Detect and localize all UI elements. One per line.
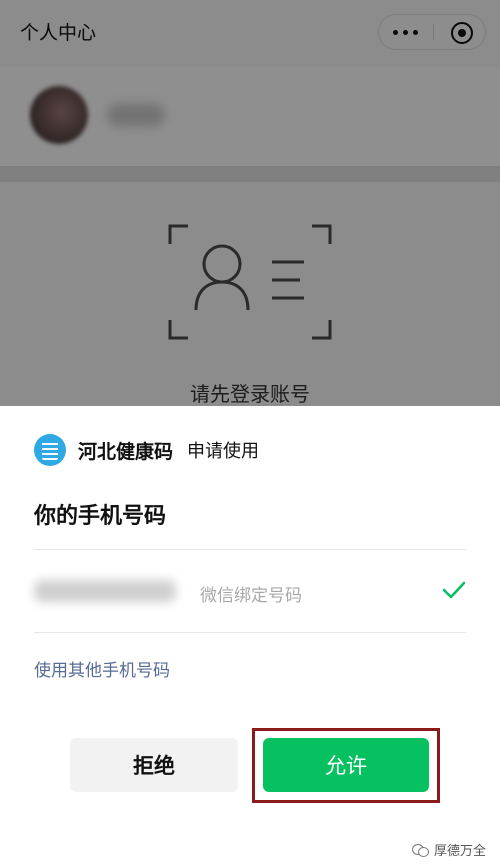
use-other-phone-link[interactable]: 使用其他手机号码 — [34, 656, 170, 681]
background-page: 个人中心 请先登录账号 — [0, 0, 500, 410]
allow-button[interactable]: 允许 — [263, 738, 429, 792]
phone-tag: 微信绑定号码 — [200, 586, 302, 606]
sheet-heading: 你的手机号码 — [34, 504, 167, 529]
app-name: 河北健康码 — [78, 440, 174, 463]
app-identity-row: 河北健康码 申请使用 — [34, 434, 259, 466]
check-icon — [442, 581, 466, 599]
phone-number-blurred — [34, 580, 176, 602]
wechat-icon — [411, 843, 429, 857]
phone-authorization-sheet: 河北健康码 申请使用 你的手机号码 微信绑定号码 使用其他手机号码 拒绝 允许 … — [0, 406, 500, 865]
watermark-text: 厚德万全 — [433, 844, 486, 859]
deny-button[interactable]: 拒绝 — [70, 738, 238, 792]
watermark: 厚德万全 — [411, 840, 486, 859]
app-logo — [34, 434, 66, 466]
phone-option-row[interactable]: 微信绑定号码 — [34, 550, 466, 632]
divider — [34, 632, 466, 633]
modal-overlay[interactable] — [0, 0, 500, 410]
request-text: 申请使用 — [187, 441, 260, 462]
